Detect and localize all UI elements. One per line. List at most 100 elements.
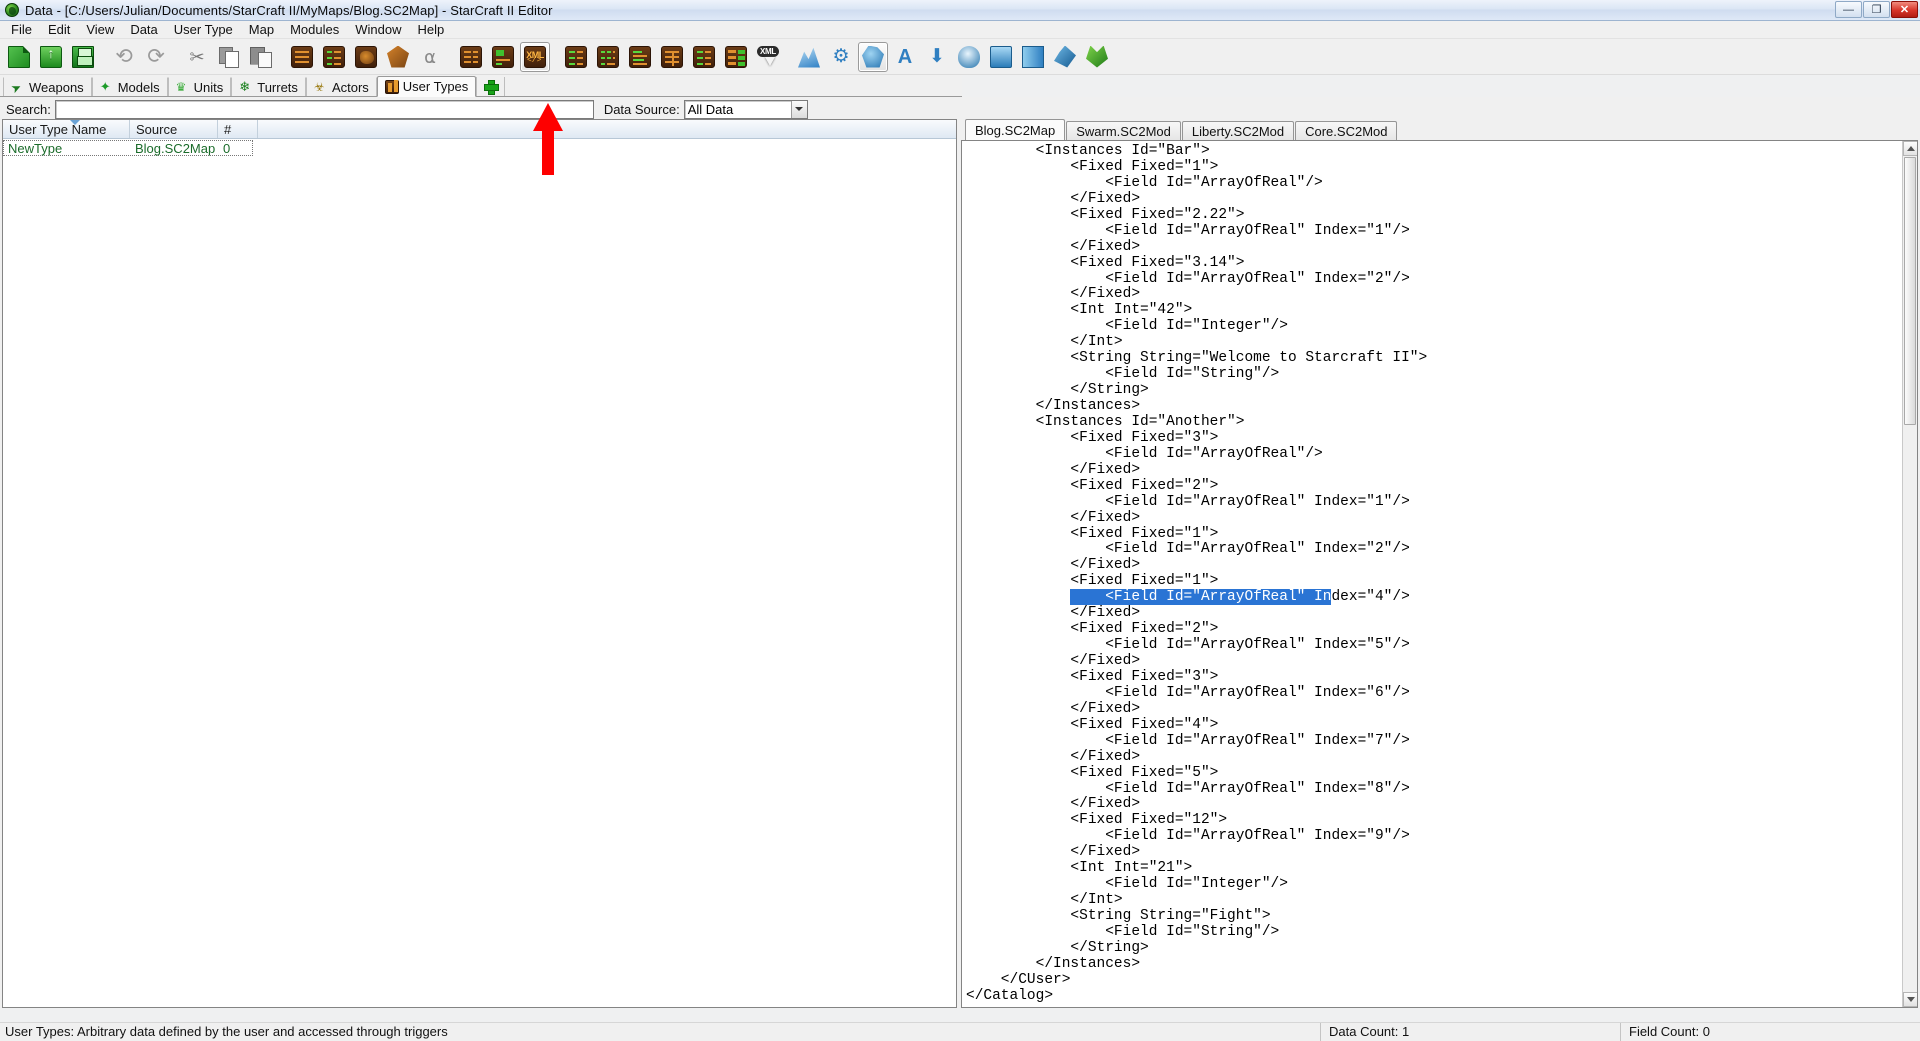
xml-line[interactable]: <Field Id="ArrayOfReal" Index="1"/> bbox=[966, 494, 1902, 511]
maximize-button[interactable]: ❐ bbox=[1863, 1, 1890, 18]
xml-line[interactable]: <Fixed Fixed="3.14"> bbox=[966, 255, 1902, 272]
xml-line[interactable]: </Fixed> bbox=[966, 462, 1902, 479]
xml-tab-swarm-sc2mod[interactable]: Swarm.SC2Mod bbox=[1066, 121, 1181, 140]
tab-models[interactable]: ✦ Models bbox=[91, 77, 168, 96]
xml-line[interactable]: <Fixed Fixed="2.22"> bbox=[966, 207, 1902, 224]
tab-weapons[interactable]: ➤ Weapons bbox=[3, 77, 92, 96]
ui-module-button[interactable] bbox=[986, 42, 1016, 72]
export-xml-button[interactable]: XML bbox=[753, 42, 783, 72]
column-header-source[interactable]: Source bbox=[130, 120, 218, 138]
xml-line[interactable]: </Instances> bbox=[966, 398, 1902, 415]
menu-user-type[interactable]: User Type bbox=[166, 21, 241, 39]
xml-line[interactable]: <Fixed Fixed="12"> bbox=[966, 812, 1902, 829]
xml-line[interactable]: <Fixed Fixed="1"> bbox=[966, 159, 1902, 176]
cut-button[interactable]: ✂ bbox=[182, 42, 212, 72]
field-values-green-button[interactable] bbox=[593, 42, 623, 72]
xml-line[interactable]: <Field Id="Integer"/> bbox=[966, 876, 1902, 893]
xml-line[interactable]: <Field Id="ArrayOfReal"/> bbox=[966, 446, 1902, 463]
new-document-button[interactable] bbox=[4, 42, 34, 72]
xml-line[interactable]: </CUser> bbox=[966, 972, 1902, 989]
xml-line[interactable]: </Catalog> bbox=[966, 988, 1902, 1005]
scroll-down-button[interactable] bbox=[1903, 992, 1917, 1007]
xml-line[interactable]: <Fixed Fixed="2"> bbox=[966, 478, 1902, 495]
xml-line[interactable]: </Fixed> bbox=[966, 605, 1902, 622]
xml-line[interactable]: <Fixed Fixed="5"> bbox=[966, 765, 1902, 782]
xml-line[interactable]: </Fixed> bbox=[966, 701, 1902, 718]
xml-line[interactable]: <Field Id="ArrayOfReal" Index="5"/> bbox=[966, 637, 1902, 654]
xml-line[interactable]: </Int> bbox=[966, 334, 1902, 351]
terrain-module-button[interactable] bbox=[794, 42, 824, 72]
column-header-user-type-name[interactable]: User Type Name bbox=[3, 120, 130, 138]
close-button[interactable]: ✕ bbox=[1891, 1, 1918, 18]
xml-line[interactable]: <Field Id="ArrayOfReal" Index="1"/> bbox=[966, 223, 1902, 240]
xml-line[interactable]: </Fixed> bbox=[966, 191, 1902, 208]
copy-button[interactable] bbox=[214, 42, 244, 72]
table-row[interactable]: NewType Blog.SC2Map 0 bbox=[3, 140, 253, 156]
xml-tab-blog-sc2map[interactable]: Blog.SC2Map bbox=[965, 119, 1066, 140]
test-map-button[interactable] bbox=[1082, 42, 1112, 72]
redo-button[interactable]: ⟳ bbox=[141, 42, 171, 72]
xml-line[interactable]: <Fixed Fixed="2"> bbox=[966, 621, 1902, 638]
xml-line[interactable]: <Field Id="Integer"/> bbox=[966, 318, 1902, 335]
xml-line[interactable]: <Fixed Fixed="3"> bbox=[966, 430, 1902, 447]
open-document-button[interactable] bbox=[36, 42, 66, 72]
xml-line[interactable]: </Fixed> bbox=[966, 286, 1902, 303]
xml-line[interactable]: </Int> bbox=[966, 892, 1902, 909]
search-input[interactable] bbox=[54, 99, 594, 119]
menu-modules[interactable]: Modules bbox=[282, 21, 347, 39]
xml-line[interactable]: <Field Id="ArrayOfReal" Index="8"/> bbox=[966, 781, 1902, 798]
menu-help[interactable]: Help bbox=[409, 21, 452, 39]
data-module-button[interactable] bbox=[858, 41, 888, 72]
field-values-button[interactable] bbox=[561, 42, 591, 72]
list-view-button[interactable] bbox=[689, 42, 719, 72]
undo-button[interactable]: ⟲ bbox=[109, 42, 139, 72]
xml-line[interactable]: <Int Int="21"> bbox=[966, 860, 1902, 877]
actor-editor-button[interactable] bbox=[383, 42, 413, 72]
xml-line[interactable]: <Fixed Fixed="4"> bbox=[966, 717, 1902, 734]
column-header-count[interactable]: # bbox=[218, 120, 258, 138]
xml-line[interactable]: <Field Id="ArrayOfReal"/> bbox=[966, 175, 1902, 192]
xml-line-selected[interactable]: <Field Id="ArrayOfReal" Index="4"/> bbox=[966, 589, 1902, 606]
tab-units[interactable]: ♛ Units bbox=[167, 77, 232, 96]
scroll-up-button[interactable] bbox=[1903, 141, 1917, 156]
xml-line[interactable]: </Fixed> bbox=[966, 844, 1902, 861]
xml-line[interactable]: </String> bbox=[966, 940, 1902, 957]
tab-turrets[interactable]: ❄ Turrets bbox=[231, 77, 306, 96]
xml-line[interactable]: <Instances Id="Bar"> bbox=[966, 143, 1902, 160]
chevron-down-icon[interactable] bbox=[790, 100, 807, 118]
xml-line[interactable]: <Fixed Fixed="1"> bbox=[966, 573, 1902, 590]
source-code-button[interactable] bbox=[721, 42, 751, 72]
minimize-button[interactable]: — bbox=[1835, 1, 1862, 18]
terrain-editor-button[interactable] bbox=[319, 42, 349, 72]
xml-line[interactable]: </Fixed> bbox=[966, 749, 1902, 766]
tree-view-button[interactable] bbox=[657, 42, 687, 72]
link-nodes-button[interactable]: ⍺ bbox=[415, 42, 445, 72]
menu-map[interactable]: Map bbox=[241, 21, 282, 39]
xml-line[interactable]: <Field Id="ArrayOfReal" Index="2"/> bbox=[966, 541, 1902, 558]
cutscene-module-button[interactable] bbox=[1018, 42, 1048, 72]
xml-scrollbar[interactable] bbox=[1902, 141, 1917, 1007]
menu-view[interactable]: View bbox=[78, 21, 122, 39]
xml-line[interactable]: </Fixed> bbox=[966, 510, 1902, 527]
add-tab-button[interactable] bbox=[476, 77, 506, 96]
import-module-button[interactable]: ⬇ bbox=[922, 42, 952, 72]
xml-source-text[interactable]: <Instances Id="Bar"> <Fixed Fixed="1"> <… bbox=[962, 141, 1902, 1007]
trigger-editor-button[interactable] bbox=[351, 42, 381, 72]
paste-button[interactable] bbox=[246, 42, 276, 72]
tab-actors[interactable]: ☣ Actors bbox=[305, 77, 377, 96]
xml-view-button[interactable]: XML </> bbox=[520, 41, 550, 72]
xml-line[interactable]: <Instances Id="Another"> bbox=[966, 414, 1902, 431]
scrollbar-thumb[interactable] bbox=[1904, 157, 1916, 425]
xml-line[interactable]: </Fixed> bbox=[966, 239, 1902, 256]
menu-file[interactable]: File bbox=[3, 21, 40, 39]
menu-edit[interactable]: Edit bbox=[40, 21, 78, 39]
xml-line[interactable]: <Field Id="ArrayOfReal" Index="6"/> bbox=[966, 685, 1902, 702]
xml-line[interactable]: <String String="Fight"> bbox=[966, 908, 1902, 925]
table-view-button[interactable] bbox=[456, 42, 486, 72]
ai-module-button[interactable] bbox=[954, 42, 984, 72]
save-button[interactable] bbox=[68, 42, 98, 72]
xml-line[interactable]: <Field Id="String"/> bbox=[966, 924, 1902, 941]
xml-line[interactable]: <Int Int="42"> bbox=[966, 302, 1902, 319]
xml-line[interactable]: </String> bbox=[966, 382, 1902, 399]
xml-source-view[interactable]: <Instances Id="Bar"> <Fixed Fixed="1"> <… bbox=[961, 140, 1918, 1008]
